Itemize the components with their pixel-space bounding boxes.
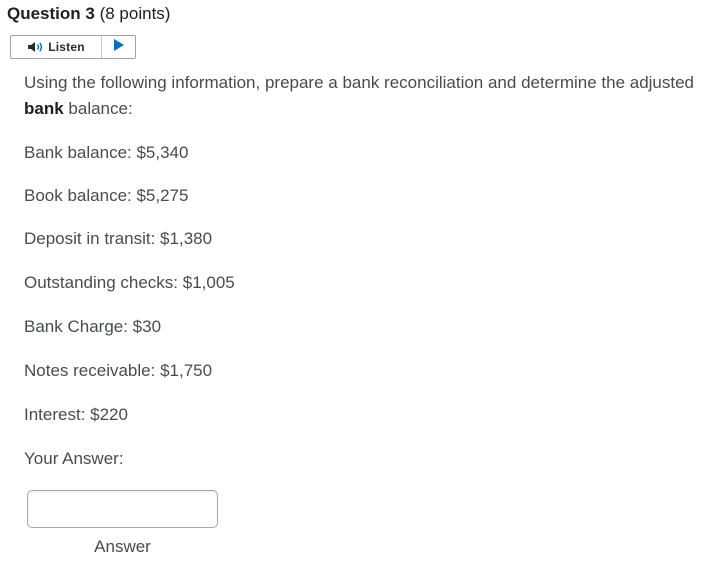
info-bank-charge: Bank Charge: $30 bbox=[24, 317, 162, 336]
question-prompt: Using the following information, prepare… bbox=[24, 70, 694, 122]
question-header: Question 3 (8 points) bbox=[7, 4, 170, 24]
info-deposit-in-transit: Deposit in transit: $1,380 bbox=[24, 229, 213, 248]
play-icon bbox=[113, 38, 125, 56]
answer-label: Your Answer: bbox=[24, 449, 124, 468]
answer-caption: Answer bbox=[94, 537, 151, 556]
info-bank-balance: Bank balance: $5,340 bbox=[24, 143, 189, 162]
info-notes-receivable: Notes receivable: $1,750 bbox=[24, 361, 213, 380]
listen-button[interactable]: Listen bbox=[11, 36, 102, 58]
listen-label: Listen bbox=[48, 40, 85, 54]
prompt-text-after: balance: bbox=[63, 99, 133, 118]
info-outstanding-checks: Outstanding checks: $1,005 bbox=[24, 273, 235, 292]
info-book-balance: Book balance: $5,275 bbox=[24, 186, 189, 205]
answer-input[interactable] bbox=[27, 490, 218, 528]
info-interest: Interest: $220 bbox=[24, 405, 128, 424]
prompt-text-before: Using the following information, prepare… bbox=[24, 73, 695, 92]
question-title: Question 3 bbox=[7, 4, 95, 23]
question-points: (8 points) bbox=[99, 4, 171, 23]
prompt-bold-word: bank bbox=[24, 99, 64, 118]
play-button[interactable] bbox=[102, 36, 135, 58]
listen-widget: Listen bbox=[10, 35, 136, 59]
speaker-icon bbox=[27, 41, 45, 53]
